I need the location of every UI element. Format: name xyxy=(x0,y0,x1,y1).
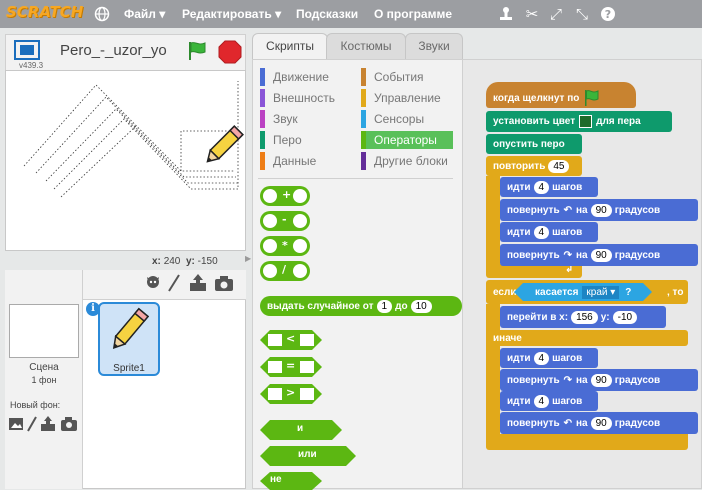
sprite1-pencil-icon xyxy=(104,305,152,357)
green-flag-icon[interactable] xyxy=(186,40,208,62)
menu-edit[interactable]: Редактировать ▾ xyxy=(182,7,281,21)
grow-icon[interactable]: ⤢ xyxy=(546,4,566,24)
sprite1-label: Sprite1 xyxy=(113,363,145,374)
version-label: v439.3 xyxy=(19,61,44,70)
scratch-logo[interactable]: SCRATCH xyxy=(6,3,83,25)
help-icon[interactable]: ? xyxy=(598,4,618,24)
add-block[interactable]: + xyxy=(260,186,310,206)
move-steps-block[interactable]: идти 4 шагов xyxy=(500,177,598,197)
project-title-field[interactable]: Pero_-_uzor_yo xyxy=(60,42,180,64)
rotate-right-icon: ↷ xyxy=(563,249,572,261)
tab-costumes[interactable]: Костюмы xyxy=(326,33,406,59)
category-sensing[interactable]: Сенсоры xyxy=(361,110,453,128)
divide-block[interactable]: / xyxy=(260,261,310,281)
stage-thumbnail[interactable] xyxy=(9,304,79,358)
less-than-block[interactable]: < xyxy=(260,330,322,350)
palette-divider xyxy=(258,178,453,179)
y-coord-value: -150 xyxy=(197,256,218,267)
category-column-left: Движение Внешность Звук Перо Данные xyxy=(260,68,356,170)
when-flag-clicked-block[interactable]: когда щелкнут по xyxy=(486,82,636,108)
backdrop-library-icon xyxy=(9,418,23,430)
backdrop-count: 1 фон xyxy=(31,375,57,385)
not-block[interactable]: не xyxy=(260,472,322,490)
menu-tips[interactable]: Подсказки xyxy=(296,7,358,21)
category-control[interactable]: Управление xyxy=(361,89,453,107)
collapse-stage-icon[interactable]: ▶ xyxy=(245,254,251,263)
shrink-icon[interactable]: ⤡ xyxy=(572,4,592,24)
duplicate-stamp-icon[interactable] xyxy=(496,4,516,24)
new-backdrop-tools xyxy=(8,415,80,433)
move-steps-block[interactable]: идти 4 шагов xyxy=(500,391,598,411)
paint-sprite-icon[interactable] xyxy=(166,273,182,293)
touching-target-dropdown: край ▾ xyxy=(582,285,620,299)
category-operators[interactable]: Операторы xyxy=(361,131,453,149)
category-column-right: События Управление Сенсоры Операторы Дру… xyxy=(361,68,453,170)
cut-scissors-icon[interactable]: ✂ xyxy=(522,4,542,24)
pencil-sprite-icon[interactable] xyxy=(200,122,246,170)
move-steps-block[interactable]: идти 4 шагов xyxy=(500,222,598,242)
turn-left-block[interactable]: повернуть ↶ на 90 градусов xyxy=(500,199,698,221)
new-backdrop-label: Новый фон: xyxy=(10,400,61,410)
choose-sprite-icon[interactable] xyxy=(144,273,162,293)
or-block[interactable]: или xyxy=(260,446,356,466)
category-data[interactable]: Данные xyxy=(260,152,356,170)
category-looks[interactable]: Внешность xyxy=(260,89,356,107)
green-flag-icon xyxy=(585,90,599,106)
subtract-block[interactable]: - xyxy=(260,211,310,231)
x-coord-label: x: xyxy=(152,256,161,267)
menu-about[interactable]: О программе xyxy=(374,7,452,21)
pen-color-swatch xyxy=(579,115,593,128)
camera-sprite-icon[interactable] xyxy=(214,274,234,292)
move-steps-block[interactable]: идти 4 шагов xyxy=(500,348,598,368)
greater-than-block[interactable]: > xyxy=(260,384,322,404)
menu-file[interactable]: Файл ▾ xyxy=(124,7,165,21)
and-block[interactable]: и xyxy=(260,420,342,440)
go-to-xy-block[interactable]: перейти в x: 156 y: -10 xyxy=(500,306,666,328)
y-coord-label: y: xyxy=(185,256,195,267)
category-sound[interactable]: Звук xyxy=(260,110,356,128)
tab-scripts[interactable]: Скрипты xyxy=(252,33,328,60)
if-else-arm xyxy=(486,304,500,446)
upload-sprite-icon[interactable] xyxy=(188,273,208,293)
stop-icon[interactable] xyxy=(218,40,242,64)
tab-sounds[interactable]: Звуки xyxy=(405,33,463,59)
turn-right-block[interactable]: повернуть ↷ на 90 градусов xyxy=(500,244,698,266)
repeat-arm xyxy=(486,176,500,270)
rotate-right-icon: ↷ xyxy=(563,374,572,386)
category-pen[interactable]: Перо xyxy=(260,131,356,149)
fullscreen-icon[interactable] xyxy=(14,40,40,60)
turn-left-block[interactable]: повернуть ↶ на 90 градусов xyxy=(500,412,698,434)
equals-block[interactable]: = xyxy=(260,357,322,377)
globe-icon[interactable] xyxy=(92,4,112,24)
turn-right-block[interactable]: повернуть ↷ на 90 градусов xyxy=(500,369,698,391)
multiply-block[interactable]: * xyxy=(260,236,310,256)
x-coord-value: 240 xyxy=(163,256,181,267)
rotate-left-icon: ↶ xyxy=(563,417,572,429)
rotate-left-icon: ↶ xyxy=(563,204,572,216)
sprite-info-icon[interactable]: i xyxy=(86,302,100,316)
scene-label: Сцена xyxy=(29,362,59,373)
category-events[interactable]: События xyxy=(361,68,453,86)
category-more-blocks[interactable]: Другие блоки xyxy=(361,152,453,170)
random-block[interactable]: выдать случайное от 1 до 10 xyxy=(260,296,462,316)
category-motion[interactable]: Движение xyxy=(260,68,356,86)
svg-text:?: ? xyxy=(605,8,611,21)
set-pen-color-block[interactable]: установить цвет для пера xyxy=(486,111,672,132)
pen-down-block[interactable]: опустить перо xyxy=(486,134,582,154)
if-else-foot xyxy=(486,434,688,450)
